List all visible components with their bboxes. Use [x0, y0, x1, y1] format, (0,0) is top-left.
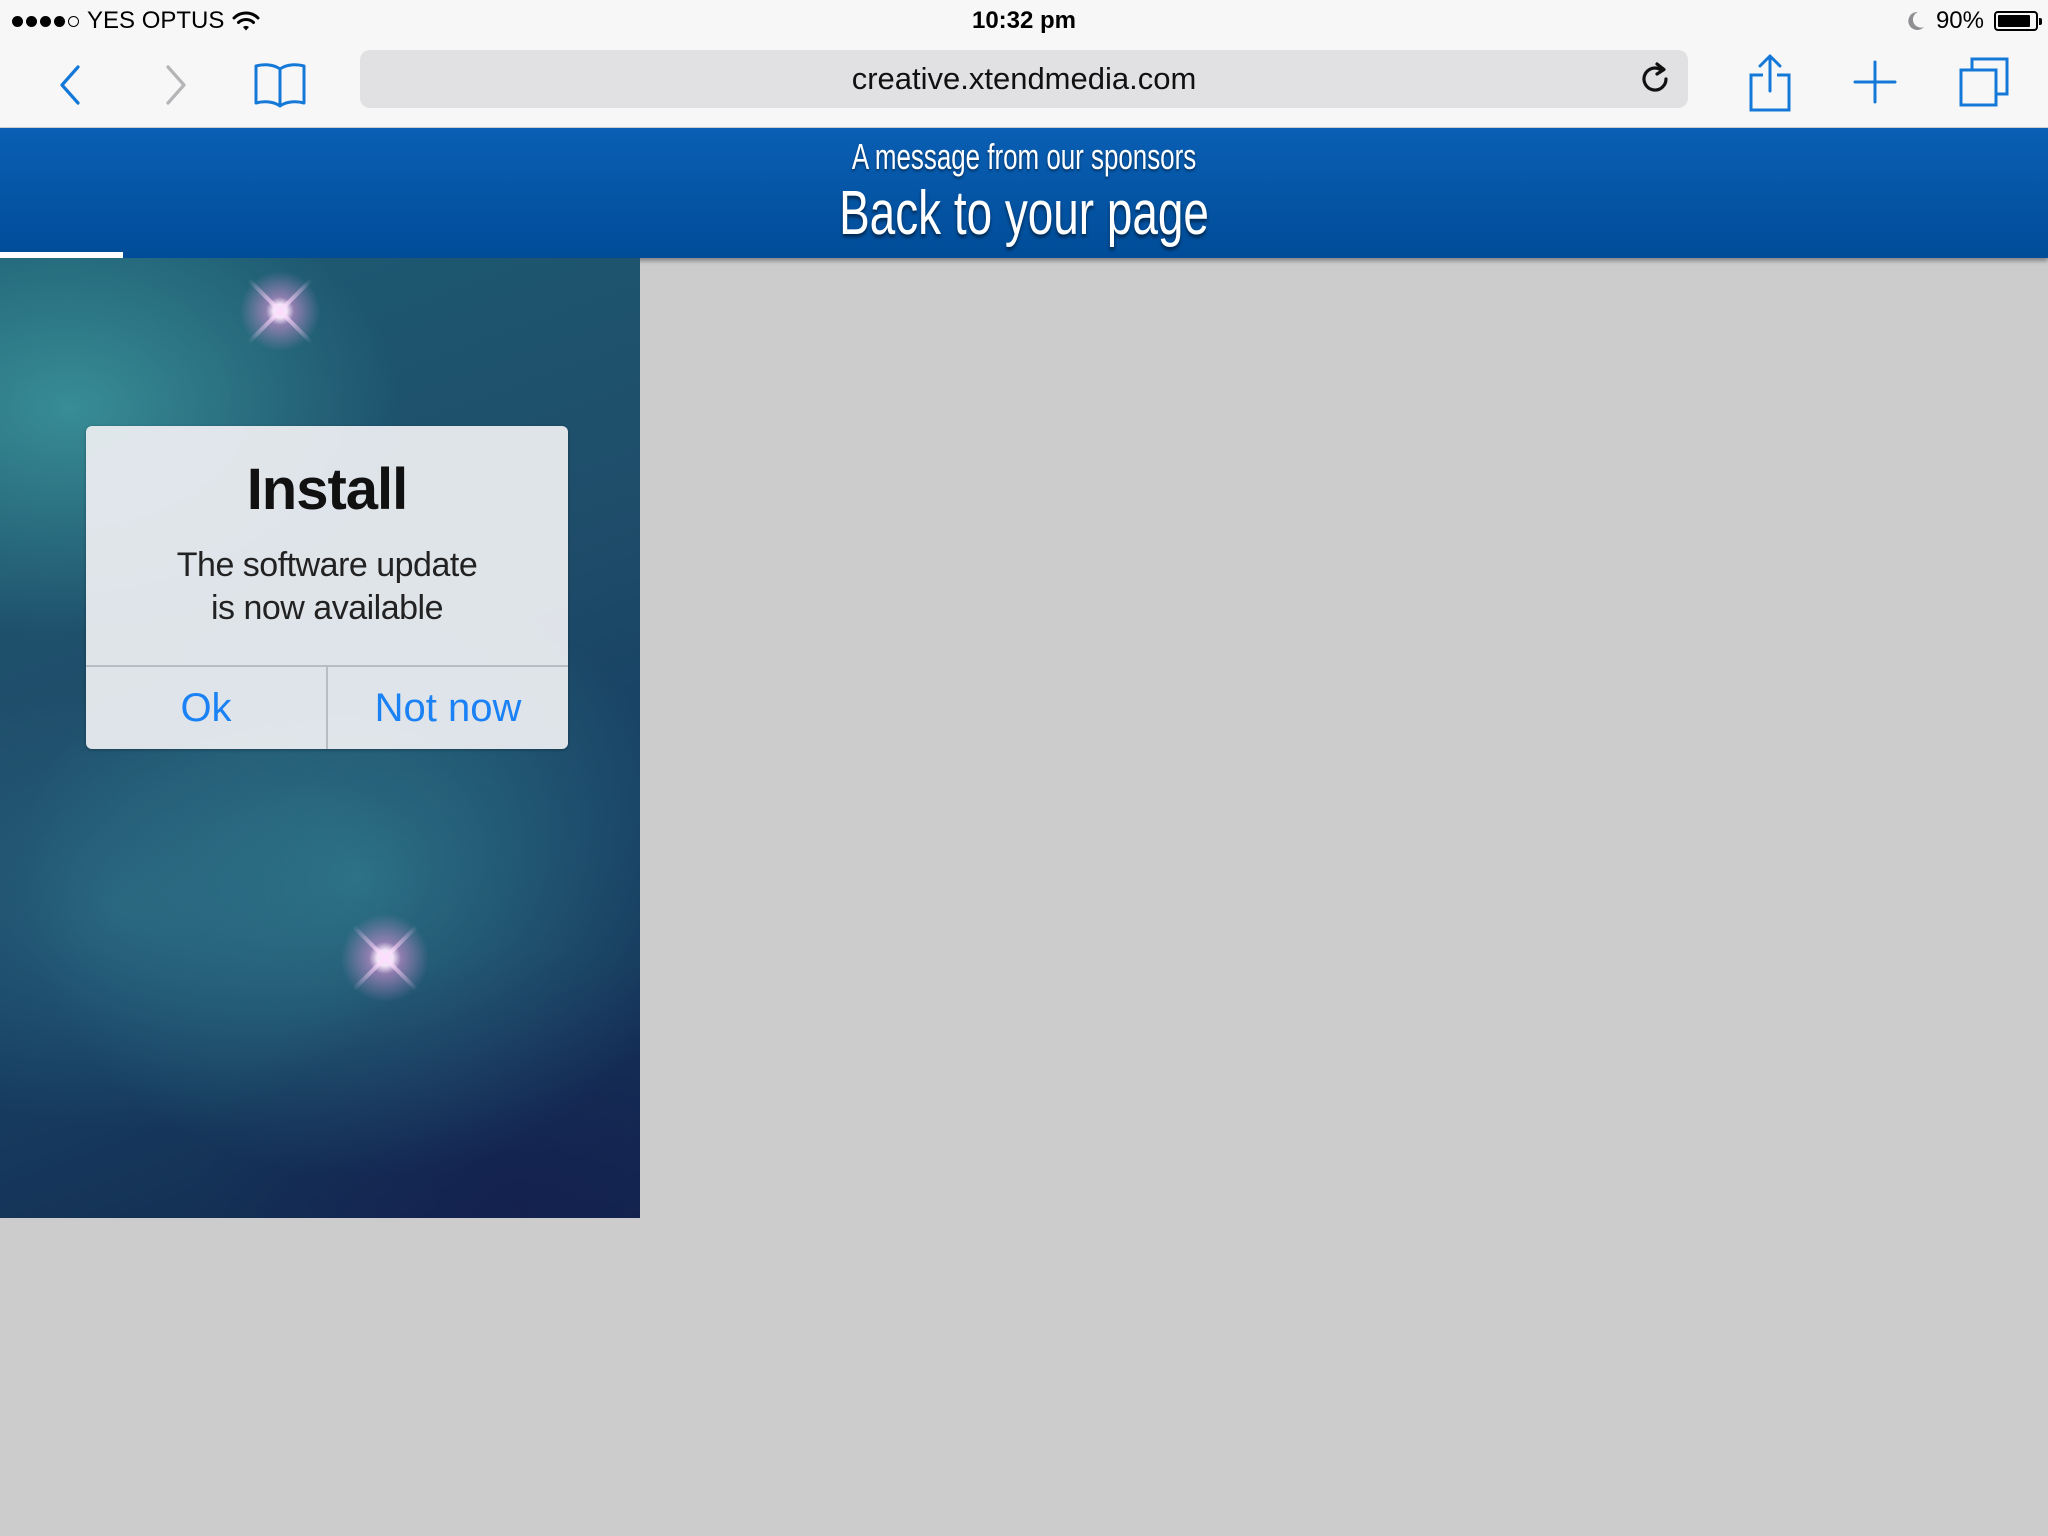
- sponsor-message: A message from our sponsors: [851, 136, 1197, 177]
- tabs-button[interactable]: [1954, 52, 2014, 112]
- new-tab-button[interactable]: [1850, 56, 1900, 108]
- battery-percent: 90%: [1935, 7, 1984, 34]
- address-url: creative.xtendmedia.com: [851, 61, 1197, 96]
- ok-button[interactable]: Ok: [86, 667, 326, 749]
- plus-icon: [1853, 60, 1897, 104]
- ad-content[interactable]: Install The software update is now avail…: [0, 258, 640, 1218]
- browser-toolbar: creative.xtendmedia.com: [0, 42, 2048, 128]
- dialog-message-line: The software update: [176, 546, 478, 584]
- share-button[interactable]: [1740, 48, 1800, 118]
- dialog-title: Install: [246, 457, 409, 522]
- do-not-disturb-moon-icon: [1908, 11, 1924, 30]
- open-book-icon: [254, 63, 306, 108]
- chevron-left-icon: [60, 65, 80, 105]
- sparkle-decoration: [340, 913, 430, 1003]
- chevron-right-icon: [166, 65, 186, 105]
- battery-fill: [1998, 15, 2031, 27]
- sparkle-decoration: [235, 266, 325, 356]
- back-button[interactable]: [46, 60, 96, 110]
- tabs-icon: [1959, 57, 2009, 107]
- bookmarks-button[interactable]: [250, 54, 310, 114]
- back-to-page-link[interactable]: Back to your page: [266, 178, 1782, 249]
- status-bar: YES OPTUS 10:32 pm 90%: [0, 0, 2048, 42]
- dialog-message-line: is now available: [210, 589, 444, 627]
- share-icon: [1749, 54, 1791, 112]
- address-bar[interactable]: creative.xtendmedia.com: [360, 50, 1688, 108]
- reload-button[interactable]: [1636, 60, 1674, 98]
- status-right: 90%: [1906, 0, 2042, 42]
- not-now-button[interactable]: Not now: [328, 667, 568, 749]
- dialog-message: The software update is now available: [86, 544, 568, 630]
- status-time: 10:32 pm: [971, 7, 1077, 34]
- sponsor-banner[interactable]: A message from our sponsors Back to your…: [0, 128, 2048, 258]
- reload-icon: [1642, 62, 1668, 92]
- battery-icon: [1994, 11, 2042, 31]
- fake-install-dialog: Install The software update is now avail…: [86, 426, 568, 749]
- forward-button[interactable]: [150, 60, 200, 110]
